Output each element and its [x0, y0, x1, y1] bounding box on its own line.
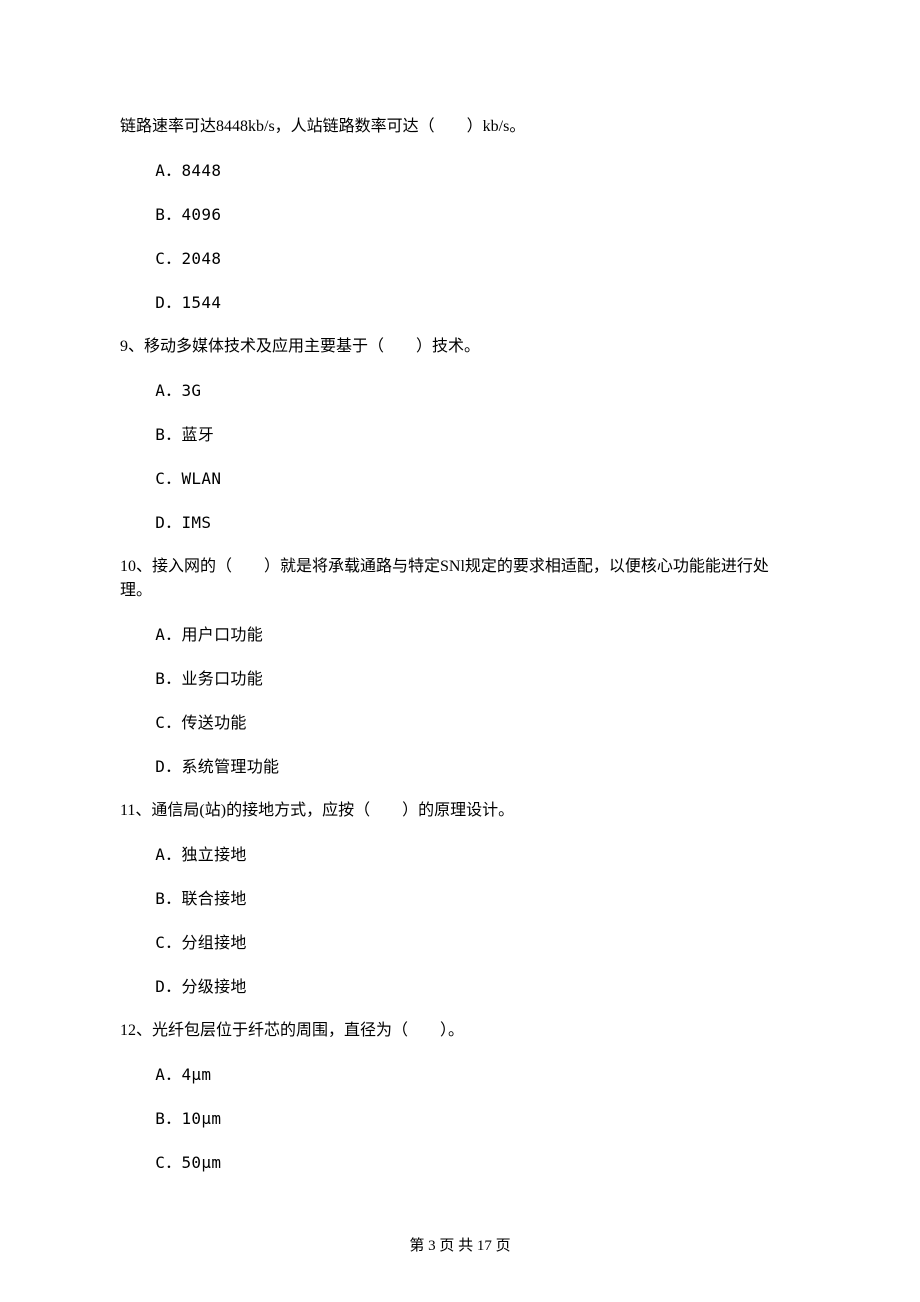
question-12-stem: 12、光纤包层位于纤芯的周围，直径为（ ）。 [120, 1019, 800, 1043]
option: D．IMS [120, 511, 800, 535]
option: C．WLAN [120, 467, 800, 491]
option: B．10μm [120, 1107, 800, 1131]
question-10-stem: 10、接入网的（ ）就是将承载通路与特定SNl规定的要求相适配，以便核心功能能进… [120, 555, 800, 603]
option: D．系统管理功能 [120, 755, 800, 779]
option: B．业务口功能 [120, 667, 800, 691]
question-8-continuation: 链路速率可达8448kb/s，人站链路数率可达（ ）kb/s。 [120, 115, 800, 139]
page-footer: 第 3 页 共 17 页 [0, 1235, 920, 1258]
option: A．独立接地 [120, 843, 800, 867]
question-9-stem: 9、移动多媒体技术及应用主要基于（ ）技术。 [120, 335, 800, 359]
option: C．分组接地 [120, 931, 800, 955]
option: C．传送功能 [120, 711, 800, 735]
option: D．1544 [120, 291, 800, 315]
option: A．8448 [120, 159, 800, 183]
option: B．蓝牙 [120, 423, 800, 447]
option: C．50μm [120, 1151, 800, 1175]
option: B．4096 [120, 203, 800, 227]
option: A．用户口功能 [120, 623, 800, 647]
option: A．4μm [120, 1063, 800, 1087]
option: B．联合接地 [120, 887, 800, 911]
question-11-stem: 11、通信局(站)的接地方式，应按（ ）的原理设计。 [120, 799, 800, 823]
page: 链路速率可达8448kb/s，人站链路数率可达（ ）kb/s。 A．8448 B… [0, 0, 920, 1302]
option: D．分级接地 [120, 975, 800, 999]
option: A．3G [120, 379, 800, 403]
option: C．2048 [120, 247, 800, 271]
